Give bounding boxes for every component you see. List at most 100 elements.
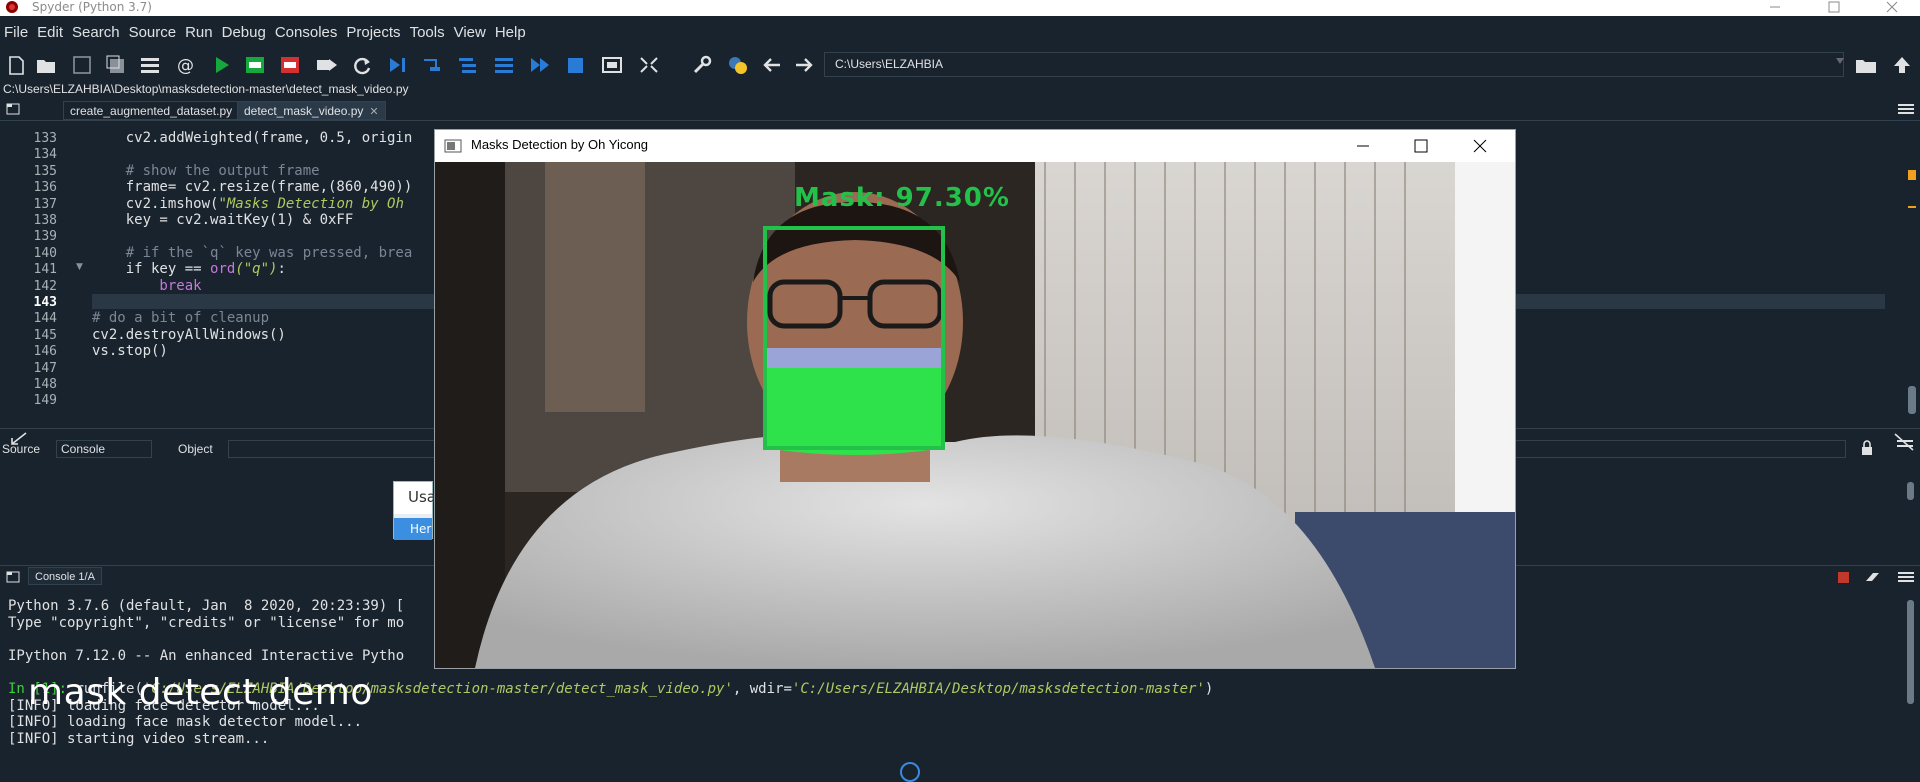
- line-number: 149: [33, 393, 57, 409]
- menu-tools[interactable]: Tools: [410, 24, 445, 41]
- video-caption: mask detect demo: [28, 672, 373, 713]
- tab-detect-mask-video[interactable]: detect_mask_video.py ✕: [237, 101, 386, 120]
- hamburger-menu-icon[interactable]: [1898, 103, 1914, 115]
- scrollbar-handle[interactable]: [1908, 386, 1916, 414]
- eraser-icon[interactable]: [1864, 571, 1880, 583]
- line-number: 135: [33, 163, 57, 179]
- back-icon[interactable]: [760, 54, 784, 76]
- run-selection-icon[interactable]: [315, 54, 339, 76]
- working-directory-input[interactable]: C:\Users\ELZAHBIA: [824, 52, 1844, 77]
- new-file-icon[interactable]: [4, 54, 28, 76]
- step-icon[interactable]: [420, 54, 444, 76]
- menu-consoles[interactable]: Consoles: [275, 24, 338, 41]
- code-line: cv2.imshow("Masks Detection by Oh: [92, 195, 404, 212]
- editor-scrollbar[interactable]: [1905, 122, 1920, 422]
- console-line: Type "copyright", "credits" or "license"…: [8, 615, 405, 631]
- hamburger-menu-icon[interactable]: [1898, 571, 1914, 583]
- minimize-icon[interactable]: [1355, 138, 1371, 154]
- tab-console[interactable]: Console 1/A: [28, 567, 102, 585]
- save-all-icon[interactable]: [104, 54, 128, 76]
- continue-icon[interactable]: [528, 54, 552, 76]
- line-number: 148: [33, 377, 57, 392]
- debug-icon[interactable]: [386, 54, 410, 76]
- webcam-scene: [435, 162, 1515, 668]
- help-options-icon[interactable]: [1893, 432, 1915, 452]
- warning-marker: [1908, 206, 1916, 208]
- menu-view[interactable]: View: [454, 24, 486, 41]
- rerun-icon[interactable]: [350, 54, 374, 76]
- at-sign-icon[interactable]: @: [174, 54, 198, 76]
- editor-file-path: C:\Users\ELZAHBIA\Desktop\masksdetection…: [3, 82, 409, 96]
- maximize-pane-icon[interactable]: [600, 54, 624, 76]
- maximize-icon[interactable]: [1822, 0, 1846, 14]
- parent-dir-icon[interactable]: [1890, 54, 1914, 76]
- menu-projects[interactable]: Projects: [346, 24, 400, 41]
- run-cell-advance-icon[interactable]: [278, 54, 302, 76]
- python-icon[interactable]: [726, 54, 750, 76]
- browse-tabs-icon[interactable]: [6, 103, 20, 115]
- window-title: Spyder (Python 3.7): [32, 0, 152, 14]
- usage-title: Usa: [394, 482, 436, 514]
- tab-label: create_augmented_dataset.py: [70, 104, 233, 118]
- save-icon[interactable]: [70, 54, 94, 76]
- video-window-title-bar[interactable]: Masks Detection by Oh Yicong: [435, 130, 1515, 162]
- wrench-icon[interactable]: [690, 54, 714, 76]
- maximize-icon[interactable]: [1413, 138, 1429, 154]
- line-number: 142: [33, 278, 57, 294]
- forward-icon[interactable]: [792, 54, 816, 76]
- step-into-icon[interactable]: [456, 54, 480, 76]
- menu-help[interactable]: Help: [495, 24, 526, 41]
- help-scrollbar[interactable]: [1905, 482, 1916, 538]
- tab-create-augmented-dataset[interactable]: create_augmented_dataset.py✕: [63, 101, 255, 120]
- line-number: 141: [33, 262, 57, 278]
- fold-arrow-icon[interactable]: ▼: [76, 262, 83, 272]
- code-line: cv2.addWeighted(frame, 0.5, origin: [92, 130, 413, 146]
- browse-folder-icon[interactable]: [1854, 54, 1878, 76]
- mask-detection-label: Mask: 97.30%: [794, 183, 1010, 213]
- run-icon[interactable]: [210, 54, 234, 76]
- chevron-down-icon[interactable]: [1836, 58, 1844, 64]
- console-line: Python 3.7.6 (default, Jan 8 2020, 20:23…: [8, 598, 405, 614]
- code-line: key = cv2.waitKey(1) & 0xFF: [92, 212, 354, 228]
- console-scrollbar[interactable]: [1905, 600, 1916, 710]
- line-number: 133: [33, 131, 57, 146]
- line-number: 134: [33, 147, 57, 163]
- console-tab-label: Console 1/A: [35, 571, 95, 583]
- mouse-cursor-indicator: [900, 762, 920, 782]
- console-line: [INFO] starting video stream...: [8, 731, 270, 747]
- warning-marker: [1908, 170, 1916, 180]
- line-number: 146: [33, 344, 57, 360]
- line-number: 143: [33, 295, 57, 310]
- list-icon[interactable]: [138, 54, 162, 76]
- fullscreen-icon[interactable]: [637, 54, 661, 76]
- menu-search[interactable]: Search: [72, 24, 120, 41]
- close-icon[interactable]: [1880, 0, 1904, 14]
- line-number: 145: [33, 327, 57, 343]
- stop-kernel-icon[interactable]: [1838, 572, 1849, 583]
- code-line: # if the `q` key was pressed, brea: [92, 244, 413, 261]
- step-return-icon[interactable]: [492, 54, 516, 76]
- usage-link[interactable]: Her: [394, 518, 432, 540]
- menu-edit[interactable]: Edit: [37, 24, 63, 41]
- code-line: cv2.destroyAllWindows(): [92, 326, 286, 343]
- open-folder-icon[interactable]: [34, 54, 58, 76]
- menu-debug[interactable]: Debug: [222, 24, 266, 41]
- menu-run[interactable]: Run: [185, 24, 213, 41]
- close-icon[interactable]: [1472, 138, 1488, 154]
- close-tab-icon[interactable]: ✕: [369, 106, 378, 118]
- object-label: Object: [178, 442, 213, 456]
- lock-icon[interactable]: [1860, 440, 1874, 456]
- webcam-frame: [435, 162, 1515, 668]
- code-line: # do a bit of cleanup: [92, 310, 270, 327]
- stop-debug-icon[interactable]: [564, 54, 588, 76]
- minimize-icon[interactable]: [1763, 0, 1787, 14]
- video-window-title: Masks Detection by Oh Yicong: [471, 137, 649, 152]
- menu-source[interactable]: Source: [129, 24, 177, 41]
- source-combo[interactable]: Console: [56, 440, 152, 458]
- run-cell-icon[interactable]: [243, 54, 267, 76]
- window-title-bar: Spyder (Python 3.7): [0, 0, 1920, 16]
- line-number: 144: [33, 311, 57, 327]
- browse-tabs-icon[interactable]: [6, 571, 20, 583]
- menu-file[interactable]: File: [4, 24, 28, 41]
- tab-label: detect_mask_video.py: [244, 104, 364, 118]
